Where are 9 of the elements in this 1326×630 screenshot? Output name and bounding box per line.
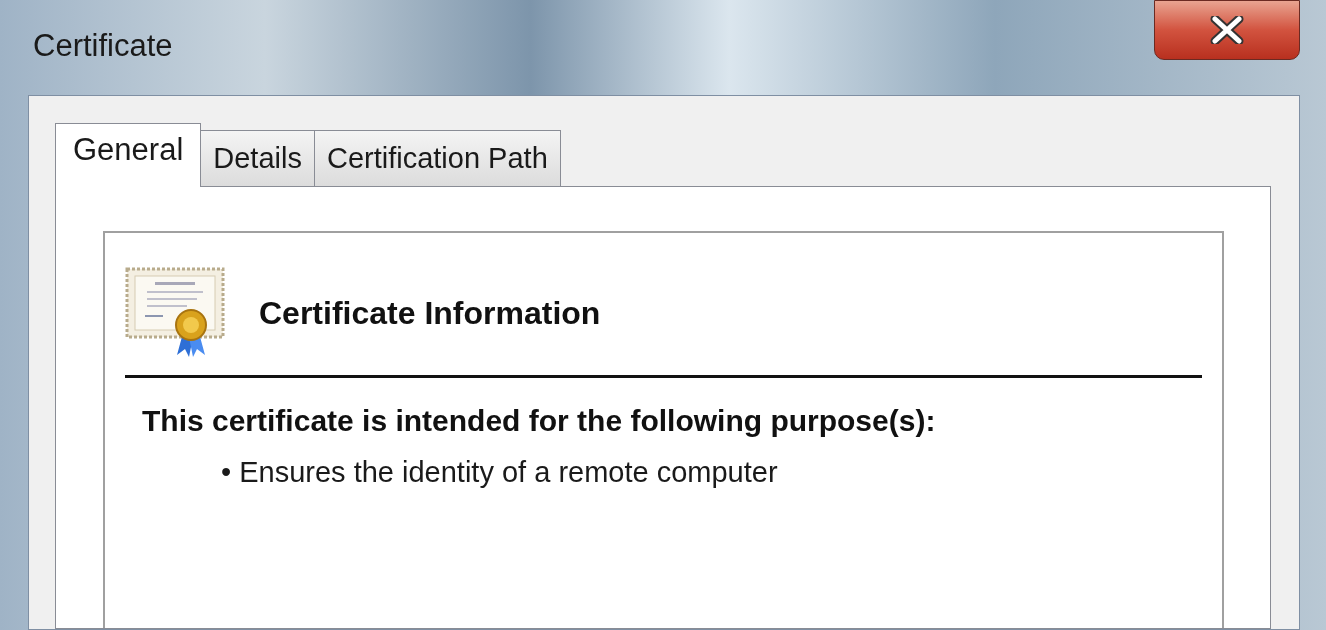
close-button[interactable] — [1154, 0, 1300, 60]
tab[interactable]: General — [55, 123, 202, 187]
close-icon — [1210, 16, 1244, 44]
tab[interactable]: Certification Path — [313, 130, 561, 186]
window-title: Certificate — [33, 30, 173, 61]
purpose-item: • Ensures the identity of a remote computer — [221, 455, 779, 490]
section-heading: Certificate Information — [259, 294, 601, 333]
purpose-intro: This certificate is intended for the following purpose(s): — [142, 403, 937, 439]
tab[interactable]: Details — [200, 130, 315, 186]
